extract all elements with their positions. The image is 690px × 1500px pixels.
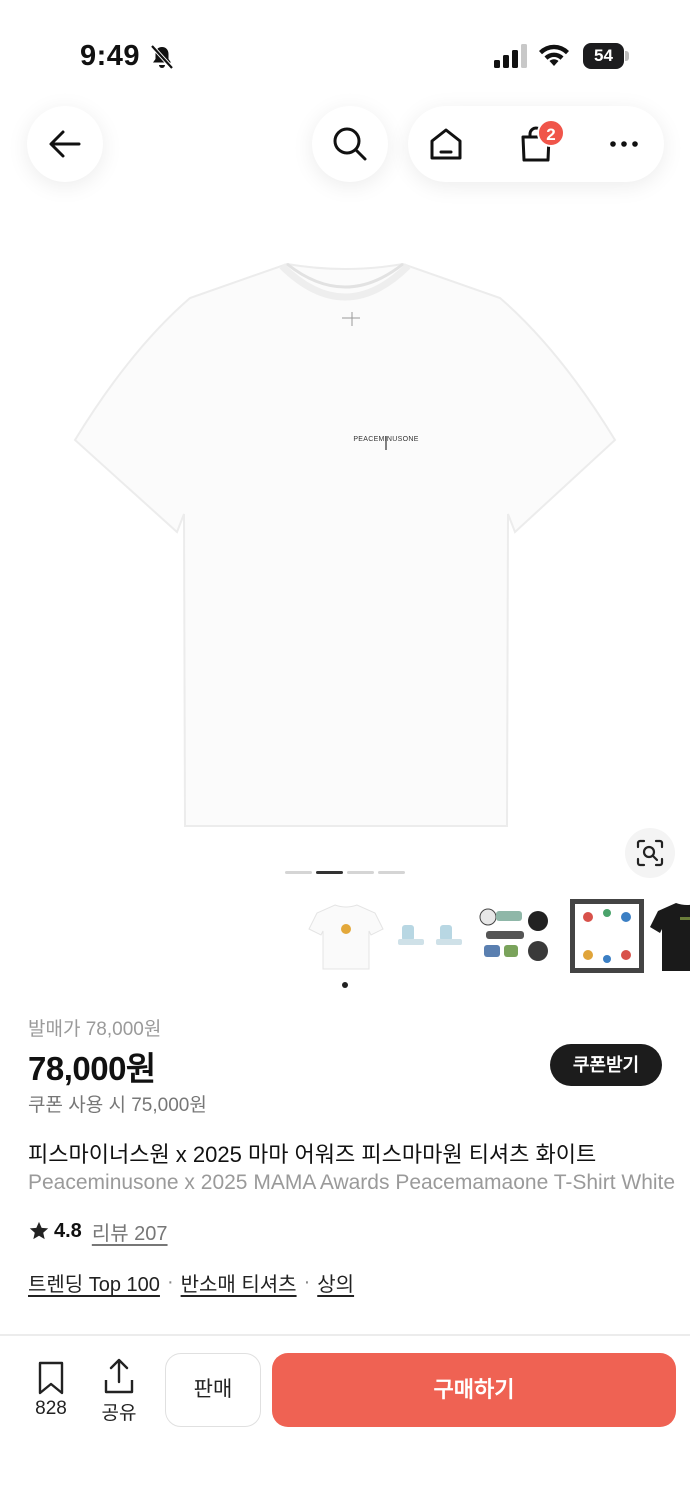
bookmark-count: 828 <box>35 1398 67 1419</box>
coupon-price: 쿠폰 사용 시 75,000원 <box>28 1095 207 1116</box>
thumbnail-clips[interactable] <box>392 895 474 977</box>
category-link-trending[interactable]: 트렌딩 Top 100 <box>28 1268 160 1297</box>
category-separator: · <box>303 1271 311 1293</box>
release-price: 발매가 78,000원 <box>28 1019 162 1040</box>
battery-level: 54 <box>583 43 624 69</box>
back-arrow-icon <box>49 130 81 158</box>
star-icon <box>29 1221 49 1240</box>
category-link-short-sleeve[interactable]: 반소매 티셔츠 <box>181 1268 297 1297</box>
rating-row: 4.8 리뷰 207 <box>28 1217 168 1245</box>
battery-cap <box>625 51 629 61</box>
bookmark-icon <box>38 1361 64 1395</box>
divider <box>0 1334 690 1336</box>
search-icon <box>333 127 367 161</box>
cart-count-badge: 2 <box>537 119 565 147</box>
home-icon[interactable] <box>426 124 466 164</box>
wifi-icon <box>539 44 569 66</box>
battery-indicator: 54 <box>583 43 629 69</box>
category-separator: · <box>166 1271 174 1293</box>
bell-slash-icon <box>150 44 174 70</box>
more-icon[interactable] <box>604 124 644 164</box>
thumbnail-white-tshirt[interactable] <box>305 895 387 977</box>
share-button[interactable]: 공유 <box>96 1358 142 1424</box>
rating-value: 4.8 <box>54 1219 82 1242</box>
nav-action-group <box>408 106 664 182</box>
category-links: 트렌딩 Top 100 · 반소매 티셔츠 · 상의 <box>28 1268 354 1297</box>
visual-search-button[interactable] <box>625 828 675 878</box>
pager-segment <box>316 871 343 874</box>
get-coupon-button[interactable]: 쿠폰받기 <box>550 1044 662 1086</box>
thumbnail-active-dot <box>342 982 348 988</box>
product-image[interactable]: PEACEMINUSONE <box>60 240 630 840</box>
back-button[interactable] <box>27 106 103 182</box>
bookmark-button[interactable]: 828 <box>28 1360 74 1424</box>
thumbnail-scarf[interactable] <box>566 895 648 977</box>
product-title-english: Peaceminusone x 2025 MAMA Awards Peacema… <box>28 1171 676 1194</box>
pager-segment <box>347 871 374 874</box>
shirt-print-text: PEACEMINUSONE <box>353 436 418 443</box>
share-icon <box>104 1358 134 1394</box>
visual-search-icon <box>636 839 664 867</box>
product-price: 78,000원 <box>28 1050 156 1087</box>
pager-segment <box>378 871 405 874</box>
sell-button[interactable]: 판매 <box>165 1353 261 1427</box>
thumbnail-strip <box>300 895 690 977</box>
gallery-pager <box>285 871 405 875</box>
signal-icon <box>494 44 527 68</box>
product-title-korean: 피스마이너스원 x 2025 마마 어워즈 피스마마원 티셔츠 화이트 <box>28 1142 597 1167</box>
buy-button[interactable]: 구매하기 <box>272 1353 676 1427</box>
share-label: 공유 <box>101 1403 137 1424</box>
status-bar: 9:49 54 <box>0 0 690 110</box>
status-time: 9:49 <box>80 40 141 72</box>
thumbnail-badges[interactable] <box>476 895 558 977</box>
search-button[interactable] <box>312 106 388 182</box>
review-link[interactable]: 리뷰 207 <box>92 1217 168 1246</box>
pager-segment <box>285 871 312 874</box>
category-link-tops[interactable]: 상의 <box>317 1268 354 1297</box>
thumbnail-black-tshirt[interactable] <box>650 895 690 977</box>
